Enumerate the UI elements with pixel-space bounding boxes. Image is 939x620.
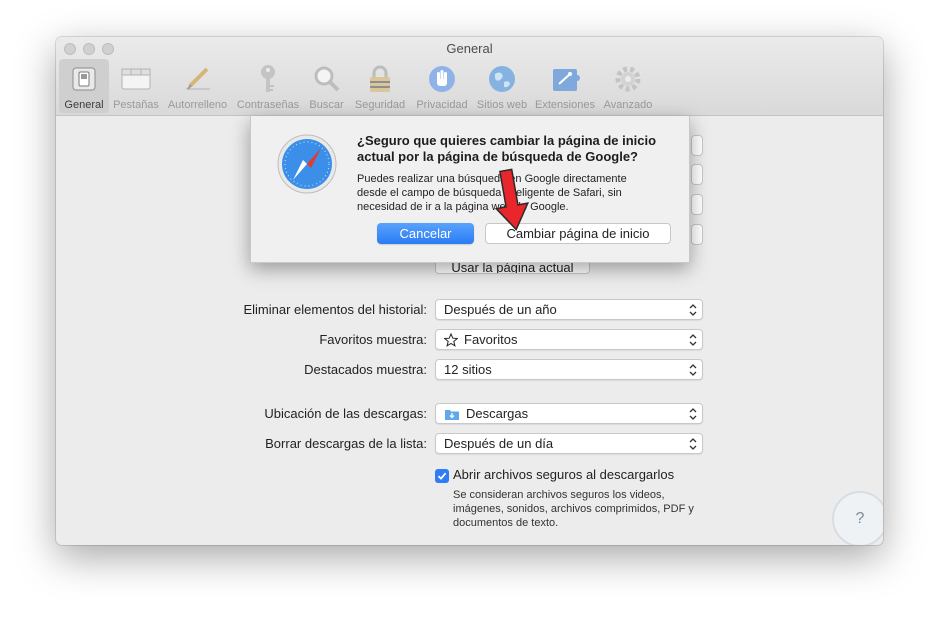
gear-icon (612, 63, 644, 95)
pencil-icon (182, 63, 214, 95)
confirm-homepage-sheet: ¿Seguro que quieres cambiar la página de… (250, 116, 690, 263)
preferences-window: General General Pestañas Autorrelleno Co… (56, 37, 883, 545)
red-arrow-pointer-icon (494, 168, 530, 231)
question-mark-icon: ? (855, 510, 865, 527)
tab-avanzado-label: Avanzado (603, 99, 653, 111)
top-sites-popup[interactable]: 12 sitios (435, 359, 703, 380)
remove-downloads-popup[interactable]: Después de un día (435, 433, 703, 454)
new-windows-popup[interactable] (691, 164, 703, 185)
tab-privacidad-label: Privacidad (416, 99, 468, 111)
magnifier-icon (311, 63, 343, 95)
chevron-updown-icon (689, 304, 697, 316)
lock-icon (364, 63, 396, 95)
general-switch-icon (68, 63, 100, 95)
open-safe-files-help: Se consideran archivos seguros los video… (453, 489, 694, 529)
safari-compass-icon (277, 134, 337, 194)
tab-extensiones[interactable]: Extensiones (531, 59, 599, 113)
downloads-folder-icon (444, 407, 460, 421)
top-sites-value: 12 sitios (444, 362, 492, 377)
favorites-popup[interactable]: Favoritos (435, 329, 703, 350)
tab-buscar-label: Buscar (309, 99, 344, 111)
tab-extensiones-label: Extensiones (535, 99, 595, 111)
tab-contrasenas[interactable]: Contraseñas (232, 59, 304, 113)
tab-autorrelleno[interactable]: Autorrelleno (163, 59, 232, 113)
cancel-button[interactable]: Cancelar (377, 223, 474, 244)
tab-pestanas-label: Pestañas (113, 99, 159, 111)
tab-pestanas[interactable]: Pestañas (109, 59, 163, 113)
new-tabs-popup[interactable] (691, 194, 703, 215)
history-label: Eliminar elementos del historial: (243, 302, 427, 317)
tab-buscar[interactable]: Buscar (304, 59, 349, 113)
favorites-value: Favoritos (464, 332, 518, 347)
tab-privacidad[interactable]: Privacidad (411, 59, 473, 113)
history-value: Después de un año (444, 302, 557, 317)
favorites-label: Favoritos muestra: (319, 332, 427, 347)
tabs-icon (120, 63, 152, 95)
puzzle-icon (549, 63, 581, 95)
sheet-title: ¿Seguro que quieres cambiar la página de… (357, 133, 657, 164)
key-icon (252, 63, 284, 95)
chevron-updown-icon (689, 334, 697, 346)
tab-general-label: General (64, 99, 104, 111)
window-title: General (446, 41, 493, 56)
homepage-field[interactable] (691, 224, 703, 245)
history-popup[interactable]: Después de un año (435, 299, 703, 320)
default-browser-popup[interactable] (691, 135, 703, 156)
remove-downloads-label: Borrar descargas de la lista: (265, 436, 427, 451)
tab-autorrelleno-label: Autorrelleno (167, 99, 228, 111)
hand-icon (426, 63, 458, 95)
remove-downloads-value: Después de un día (444, 436, 554, 451)
help-button[interactable]: ? (832, 491, 883, 545)
tab-seguridad-label: Seguridad (354, 99, 406, 111)
checkmark-icon (437, 472, 447, 480)
downloads-location-value: Descargas (466, 406, 529, 421)
tab-sitios-web-label: Sitios web (476, 99, 528, 111)
titlebar: General General Pestañas Autorrelleno Co… (56, 37, 883, 116)
tab-avanzado[interactable]: Avanzado (599, 59, 657, 113)
chevron-updown-icon (689, 364, 697, 376)
downloads-location-label: Ubicación de las descargas: (264, 406, 427, 421)
preferences-toolbar: General Pestañas Autorrelleno Contraseña… (59, 59, 657, 113)
tab-seguridad[interactable]: Seguridad (349, 59, 411, 113)
open-safe-files-checkbox[interactable] (435, 469, 449, 483)
tab-sitios-web[interactable]: Sitios web (473, 59, 531, 113)
downloads-location-popup[interactable]: Descargas (435, 403, 703, 424)
tab-contrasenas-label: Contraseñas (236, 99, 300, 111)
top-sites-label: Destacados muestra: (304, 362, 427, 377)
globe-icon (486, 63, 518, 95)
tab-general[interactable]: General (59, 59, 109, 113)
open-safe-files-label: Abrir archivos seguros al descargarlos (453, 467, 675, 482)
chevron-updown-icon (689, 438, 697, 450)
chevron-updown-icon (689, 408, 697, 420)
general-pane: Usar la página actual Eliminar elementos… (56, 116, 883, 545)
star-icon (444, 332, 458, 347)
